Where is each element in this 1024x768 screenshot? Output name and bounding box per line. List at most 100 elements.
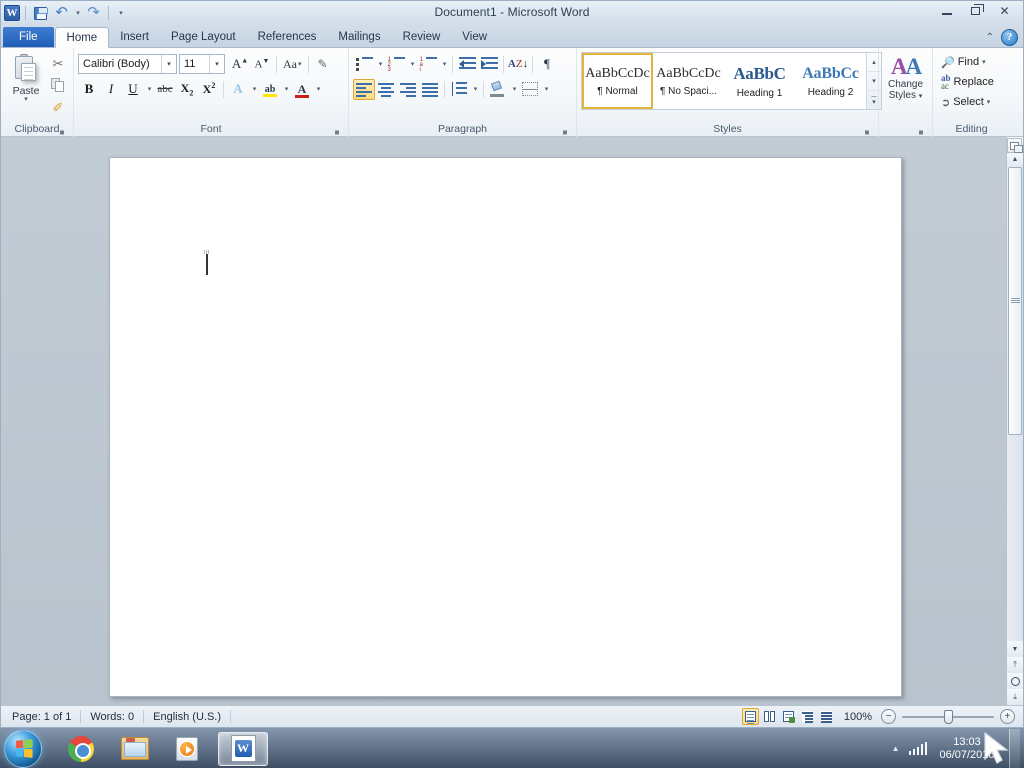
tab-home[interactable]: Home [54, 27, 110, 48]
replace-button[interactable]: ab ac Replace [937, 72, 998, 92]
bullets-dropdown[interactable]: ▾ [375, 54, 385, 75]
numbering-dropdown[interactable]: ▾ [407, 54, 417, 75]
network-signal-icon[interactable] [908, 742, 927, 755]
view-full-screen-reading-button[interactable] [761, 708, 778, 725]
shrink-font-button[interactable]: A▼ [251, 54, 273, 75]
tab-file[interactable]: File [3, 27, 54, 48]
align-left-button[interactable] [353, 78, 375, 100]
font-color-button[interactable]: A [291, 79, 313, 100]
collapse-ribbon-icon[interactable]: ⌃ [986, 32, 994, 43]
zoom-level-label[interactable]: 100% [837, 711, 879, 723]
view-draft-button[interactable] [818, 708, 835, 725]
multilevel-dropdown[interactable]: ▾ [439, 54, 449, 75]
underline-button[interactable]: U [122, 79, 144, 100]
show-hidden-icons-button[interactable]: ▲ [892, 744, 900, 753]
shading-button[interactable] [487, 79, 509, 100]
help-button[interactable]: ? [1001, 29, 1018, 46]
style-heading-1[interactable]: AaBbC Heading 1 [724, 53, 795, 109]
font-name-combobox[interactable]: Calibri (Body) ▾ [78, 54, 177, 74]
borders-button[interactable] [519, 79, 541, 100]
taskbar-item-media-player[interactable] [164, 732, 214, 766]
taskbar-item-windows-explorer[interactable] [110, 732, 160, 766]
clipboard-dialog-launcher[interactable] [57, 126, 67, 136]
style-heading-2[interactable]: AaBbCc Heading 2 [795, 53, 866, 109]
clock[interactable]: 13:03 06/07/2010 [936, 736, 998, 762]
view-outline-button[interactable] [799, 708, 816, 725]
copy-button[interactable] [47, 75, 69, 96]
line-spacing-dropdown[interactable]: ▾ [470, 79, 480, 100]
change-case-button[interactable]: Aa ▾ [280, 54, 305, 75]
clear-formatting-button[interactable]: ✎ [312, 54, 334, 75]
numbering-button[interactable]: 123 [385, 54, 407, 75]
status-page-number[interactable]: Page: 1 of 1 [3, 708, 80, 726]
zoom-out-button[interactable]: − [881, 709, 896, 724]
close-button[interactable]: ✕ [990, 2, 1019, 20]
scroll-thumb[interactable] [1008, 167, 1022, 435]
grow-font-button[interactable]: A▲ [229, 54, 251, 75]
view-print-layout-button[interactable] [741, 708, 759, 725]
line-spacing-button[interactable] [448, 79, 470, 100]
font-color-dropdown[interactable]: ▾ [313, 79, 323, 100]
taskbar-item-chrome[interactable] [56, 732, 106, 766]
scroll-down-button[interactable]: ▼ [1007, 641, 1023, 657]
styles-dialog-launcher[interactable] [862, 126, 872, 136]
shading-dropdown[interactable]: ▾ [509, 79, 519, 100]
bullets-button[interactable] [353, 54, 375, 75]
find-button[interactable]: 🔎 Find ▾ [937, 52, 990, 72]
tab-view[interactable]: View [451, 27, 498, 48]
change-styles-button[interactable]: AA Change Styles ▾ [883, 51, 928, 103]
zoom-in-button[interactable]: + [1000, 709, 1015, 724]
restore-button[interactable] [961, 2, 990, 20]
next-page-button[interactable]: ⤓ [1007, 689, 1023, 705]
document-canvas[interactable]: ▲ ▼ ⤒ ⤓ [1, 137, 1023, 705]
subscript-button[interactable]: X2 [176, 79, 198, 100]
superscript-button[interactable]: X2 [198, 79, 220, 100]
select-browse-object-button[interactable] [1007, 673, 1023, 689]
text-effects-dropdown[interactable]: ▾ [249, 79, 259, 100]
previous-page-button[interactable]: ⤒ [1007, 657, 1023, 673]
align-right-button[interactable] [397, 79, 419, 100]
view-ruler-button[interactable] [1007, 138, 1023, 153]
multilevel-list-button[interactable]: 1ai [417, 54, 439, 75]
tab-review[interactable]: Review [392, 27, 452, 48]
increase-indent-button[interactable] [478, 54, 500, 75]
format-painter-button[interactable]: ✐ [47, 97, 69, 118]
start-button[interactable] [4, 729, 42, 768]
status-word-count[interactable]: Words: 0 [81, 708, 143, 726]
change-styles-dialog-launcher[interactable] [916, 126, 926, 136]
text-highlight-button[interactable]: ab [259, 79, 281, 100]
scroll-up-button[interactable]: ▲ [1007, 151, 1023, 167]
minimize-button[interactable] [932, 2, 961, 20]
select-button[interactable]: ➲ Select ▾ [937, 92, 994, 112]
status-language[interactable]: English (U.S.) [144, 708, 230, 726]
style-normal[interactable]: AaBbCcDc ¶ Normal [582, 53, 653, 109]
decrease-indent-button[interactable] [456, 54, 478, 75]
cut-button[interactable]: ✂ [47, 53, 69, 74]
sort-button[interactable]: AZ↓ [507, 54, 529, 75]
highlight-dropdown[interactable]: ▾ [281, 79, 291, 100]
zoom-slider-thumb[interactable] [944, 710, 953, 724]
borders-dropdown[interactable]: ▾ [541, 79, 551, 100]
tab-insert[interactable]: Insert [109, 27, 160, 48]
justify-button[interactable] [419, 79, 441, 100]
show-desktop-button[interactable] [1009, 728, 1020, 768]
align-center-button[interactable] [375, 79, 397, 100]
scroll-track[interactable] [1007, 167, 1023, 641]
font-size-combobox[interactable]: 11 ▾ [179, 54, 225, 74]
strikethrough-button[interactable]: abc [154, 79, 176, 100]
document-page[interactable] [109, 157, 902, 697]
underline-dropdown[interactable]: ▾ [144, 79, 154, 100]
paragraph-dialog-launcher[interactable] [560, 126, 570, 136]
show-formatting-marks-button[interactable]: ¶ [536, 54, 558, 75]
zoom-slider[interactable] [902, 709, 994, 724]
vertical-scrollbar[interactable]: ▲ ▼ ⤒ ⤓ [1006, 137, 1023, 705]
bold-button[interactable]: B [78, 79, 100, 100]
font-dialog-launcher[interactable] [332, 126, 342, 136]
paste-button[interactable]: Paste ▾ [5, 51, 47, 104]
text-effects-button[interactable]: A [227, 79, 249, 100]
italic-button[interactable]: I [100, 79, 122, 100]
tab-page-layout[interactable]: Page Layout [160, 27, 247, 48]
tab-references[interactable]: References [247, 27, 328, 48]
style-no-spacing[interactable]: AaBbCcDc ¶ No Spaci... [653, 53, 724, 109]
tab-mailings[interactable]: Mailings [327, 27, 391, 48]
